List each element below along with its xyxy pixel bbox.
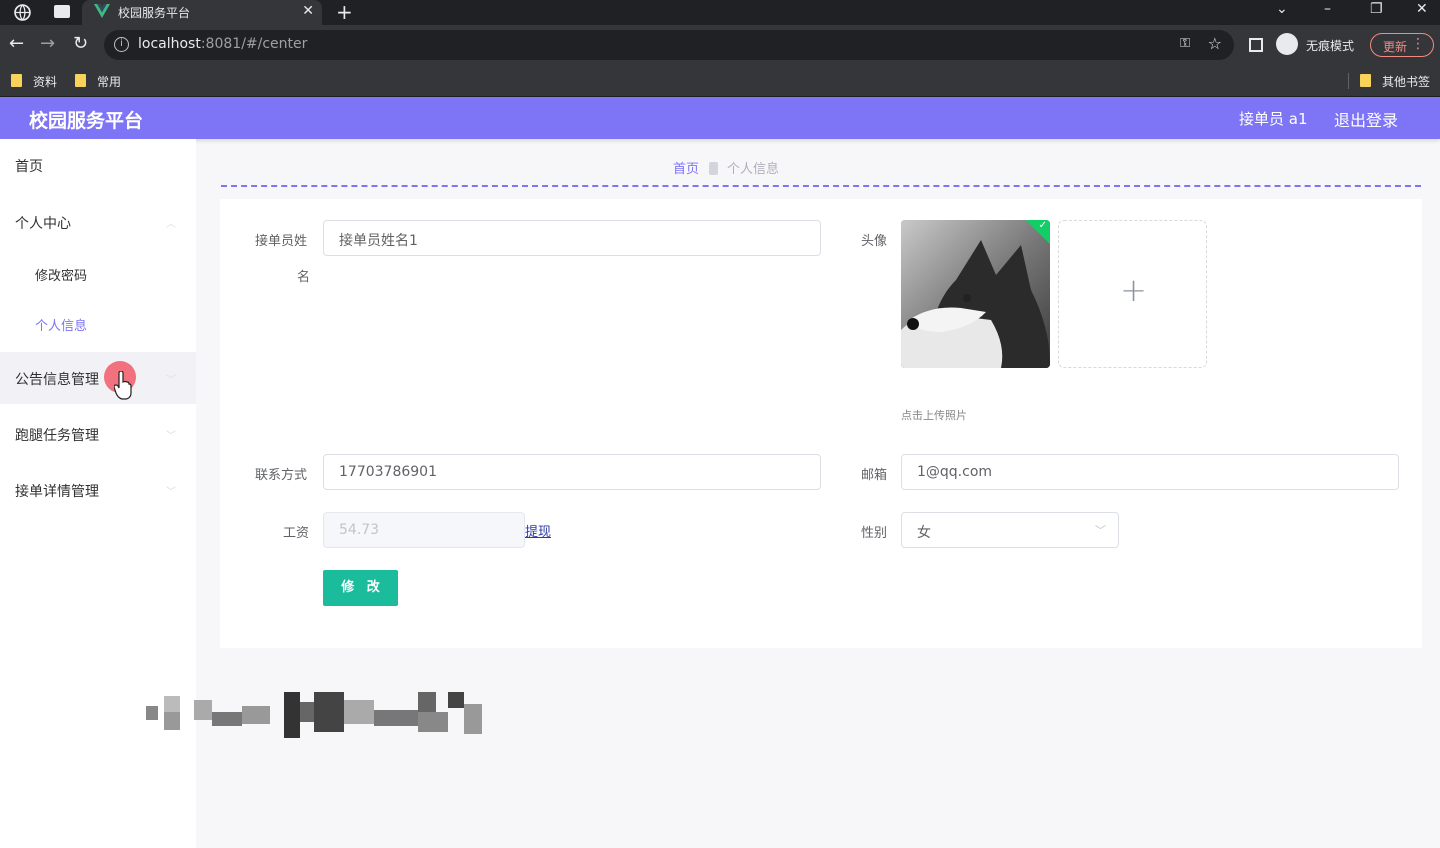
profile-form xyxy=(220,199,1422,648)
tab-search-icon[interactable]: ⌄ xyxy=(1276,1,1288,17)
app-title: 校园服务平台 xyxy=(29,110,144,132)
new-tab-icon[interactable]: + xyxy=(336,0,353,24)
withdraw-link[interactable]: 提现 xyxy=(525,521,551,540)
chevron-up-icon: ︿ xyxy=(166,219,176,230)
window-close-icon[interactable]: ✕ xyxy=(1416,1,1428,17)
chevron-down-icon: ﹀ xyxy=(1095,524,1106,537)
sidebar-item-announcements[interactable]: 公告信息管理 ﹀ xyxy=(0,352,196,404)
update-button[interactable]: 更新 ⋮ xyxy=(1370,33,1434,57)
folder-icon xyxy=(11,74,22,87)
sidebar-item-errand-tasks[interactable]: 跑腿任务管理 ﹀ xyxy=(0,408,196,460)
sidebar-item-change-password[interactable]: 修改密码 xyxy=(0,248,196,300)
salary-label: 工资 xyxy=(283,526,310,541)
vue-logo-icon xyxy=(94,4,110,18)
breadcrumb-current: 个人信息 xyxy=(727,162,780,177)
reload-icon[interactable]: ↻ xyxy=(73,34,88,54)
key-icon[interactable]: ⚿ xyxy=(1180,36,1190,51)
logout-link[interactable]: 退出登录 xyxy=(1334,107,1398,131)
name-input[interactable]: 接单员姓名1 xyxy=(323,220,821,256)
hand-cursor-icon xyxy=(114,371,132,400)
site-info-icon[interactable]: i xyxy=(114,37,129,52)
folder-icon xyxy=(1360,74,1371,87)
upload-tip: 点击上传照片 xyxy=(901,409,967,422)
divider xyxy=(221,185,1421,187)
chevron-down-icon: ﹀ xyxy=(166,375,176,386)
side-panel-icon[interactable] xyxy=(1249,38,1263,52)
chevron-down-icon: ﹀ xyxy=(166,487,176,498)
back-icon[interactable]: ← xyxy=(9,34,24,54)
gender-label: 性别 xyxy=(861,526,888,541)
check-icon: ✓ xyxy=(1038,220,1047,231)
browser-tab-bar: 校园服务平台 ✕ + ⌄ – ❐ ✕ xyxy=(0,0,1440,25)
gender-select[interactable]: 女 ﹀ xyxy=(901,512,1119,548)
more-icon: ⋮ xyxy=(1411,36,1425,52)
breadcrumb: 首页 个人信息 xyxy=(673,158,779,177)
folder-icon xyxy=(75,74,86,87)
avatar-upload[interactable]: + xyxy=(1058,220,1207,368)
user-label: 接单员 a1 xyxy=(1239,110,1308,128)
phone-input[interactable]: 17703786901 xyxy=(323,454,821,490)
incognito-label: 无痕模式 xyxy=(1306,39,1355,53)
submit-button[interactable]: 修 改 xyxy=(323,570,398,606)
breadcrumb-home[interactable]: 首页 xyxy=(673,162,699,177)
email-input[interactable]: 1@qq.com xyxy=(901,454,1399,490)
app-header: 校园服务平台 接单员 a1 退出登录 xyxy=(0,97,1440,139)
tab-close-icon[interactable]: ✕ xyxy=(302,3,314,19)
salary-input: 54.73 xyxy=(323,512,525,548)
husky-photo xyxy=(901,220,1050,368)
incognito-indicator[interactable]: 无痕模式 xyxy=(1276,33,1366,57)
name-label: 接单员姓 xyxy=(255,234,308,249)
phone-label: 联系方式 xyxy=(255,468,308,483)
plus-icon: + xyxy=(1120,271,1147,309)
globe-icon[interactable] xyxy=(14,4,31,21)
sidebar-item-personal-center[interactable]: 个人中心 ︿ xyxy=(0,196,196,248)
browser-tab[interactable]: 校园服务平台 ✕ xyxy=(82,0,322,25)
update-label: 更新 xyxy=(1383,40,1408,54)
bookmarks-bar: 资料 常用 其他书签 xyxy=(0,65,1440,97)
tab-title: 校园服务平台 xyxy=(118,6,191,20)
pixelated-region xyxy=(146,692,482,738)
sidebar-item-home[interactable]: 首页 xyxy=(0,139,196,191)
bookmark-separator xyxy=(1348,73,1349,89)
breadcrumb-separator-icon xyxy=(709,162,719,175)
sidebar-item-order-details[interactable]: 接单详情管理 ﹀ xyxy=(0,464,196,516)
chevron-down-icon: ﹀ xyxy=(166,431,176,442)
sidebar-item-personal-info[interactable]: 个人信息 xyxy=(0,298,196,350)
sidebar: 首页 个人中心 ︿ 修改密码 个人信息 公告信息管理 ﹀ 跑腿任务管理 ﹀ 接单… xyxy=(0,139,196,848)
forward-icon[interactable]: → xyxy=(40,34,55,54)
restore-icon[interactable]: ❐ xyxy=(1370,1,1383,17)
minimize-icon[interactable]: – xyxy=(1324,1,1331,17)
window-icon[interactable] xyxy=(54,5,70,18)
star-icon[interactable]: ☆ xyxy=(1208,34,1222,53)
avatar[interactable]: ✓ xyxy=(901,220,1050,368)
address-bar[interactable]: i localhost:8081/#/center ⚿ ☆ xyxy=(104,30,1234,60)
url-text[interactable]: localhost:8081/#/center xyxy=(138,36,307,52)
browser-toolbar: ← → ↻ i localhost:8081/#/center ⚿ ☆ 无痕模式… xyxy=(0,25,1440,65)
avatar-label: 头像 xyxy=(861,234,888,249)
email-label: 邮箱 xyxy=(861,468,888,483)
incognito-icon xyxy=(1276,33,1298,55)
name-label-continued: 名 xyxy=(297,270,311,285)
